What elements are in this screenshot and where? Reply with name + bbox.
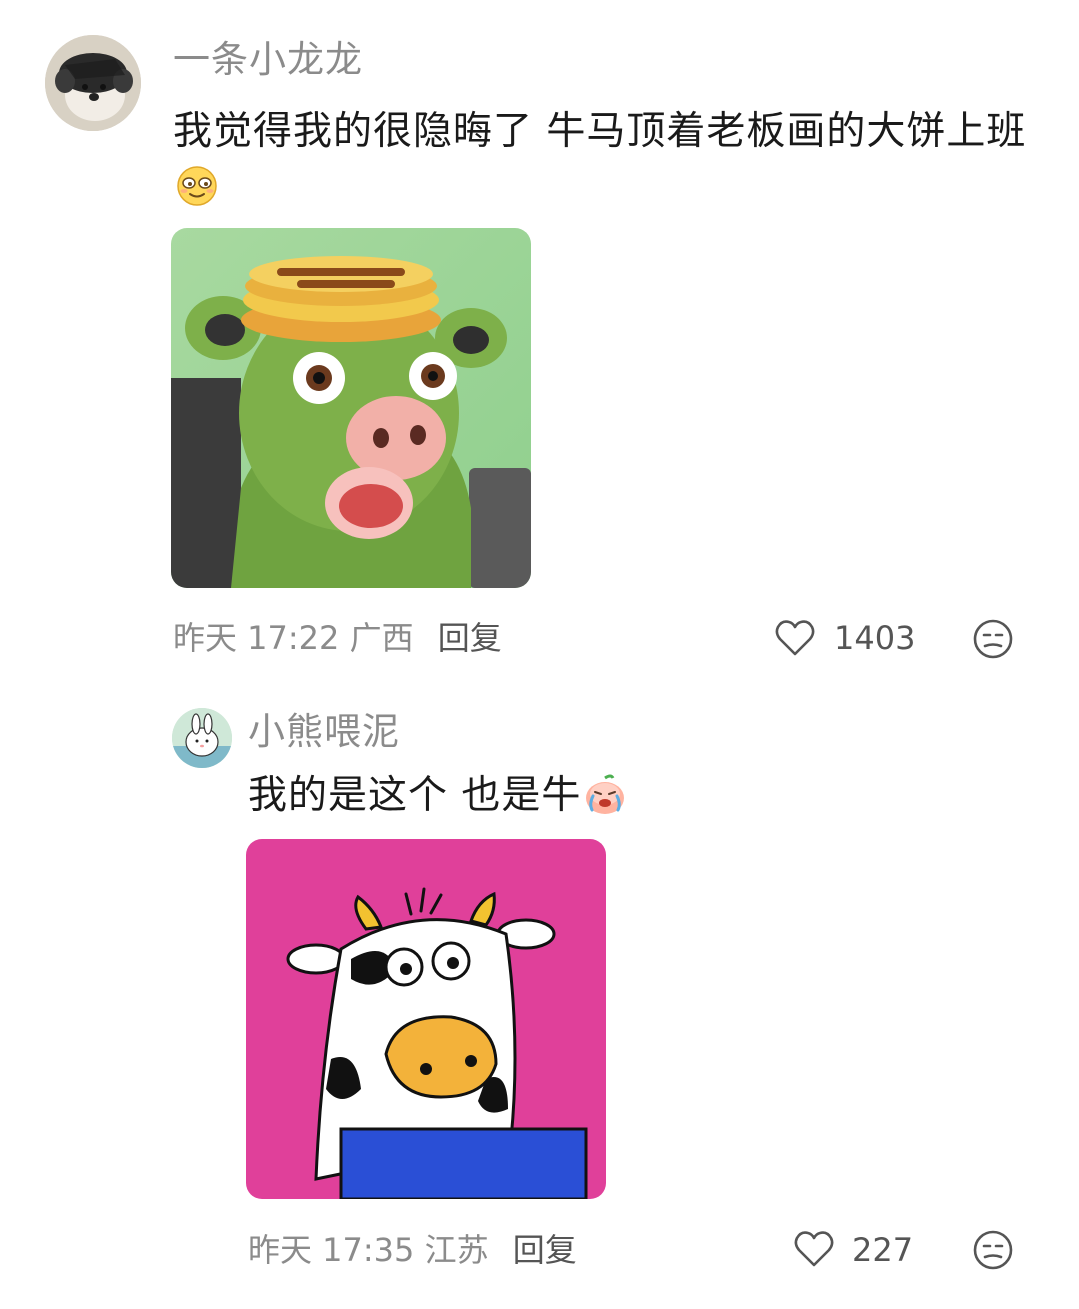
comment-location: 广西: [349, 619, 414, 657]
comment-time: 昨天 17:22: [173, 619, 340, 657]
commenter-name[interactable]: 一条小龙龙: [173, 38, 363, 82]
dislike-button[interactable]: [971, 1228, 1015, 1272]
dislike-button[interactable]: [971, 617, 1015, 661]
expressionless-face-icon: [973, 1230, 1013, 1270]
expressionless-face-icon: [973, 619, 1013, 659]
like-count: 1403: [834, 619, 916, 657]
like-button[interactable]: [792, 1228, 836, 1272]
commenter-avatar[interactable]: [45, 35, 141, 131]
squinting-face-emoji-icon: [175, 164, 219, 208]
commenter-name[interactable]: 小熊喂泥: [248, 710, 400, 754]
cartoon-cow-at-laptop-image[interactable]: [246, 839, 606, 1199]
felt-cow-with-pancake-hat-image[interactable]: [171, 228, 531, 588]
comment-text: 我觉得我的很隐晦了 牛马顶着老板画的大饼上班: [173, 104, 1043, 216]
comment-meta: 昨天 17:22 广西 回复: [173, 616, 502, 660]
comment-body: 我的是这个 也是牛: [248, 773, 582, 818]
reply-button[interactable]: 回复: [513, 1231, 577, 1269]
comment-time: 昨天 17:35: [248, 1231, 415, 1269]
heart-icon: [794, 1231, 834, 1267]
comment-location: 江苏: [424, 1231, 489, 1269]
heart-icon: [775, 620, 815, 656]
comment-body: 我觉得我的很隐晦了 牛马顶着老板画的大饼上班: [173, 109, 1027, 154]
comment-text: 我的是这个 也是牛: [248, 768, 627, 824]
like-count: 227: [852, 1231, 914, 1269]
comment-meta: 昨天 17:35 江苏 回复: [248, 1228, 577, 1272]
like-button[interactable]: [773, 617, 817, 661]
reply-button[interactable]: 回复: [438, 619, 502, 657]
commenter-avatar[interactable]: [172, 708, 232, 768]
crying-peach-emoji-icon: [583, 772, 627, 816]
